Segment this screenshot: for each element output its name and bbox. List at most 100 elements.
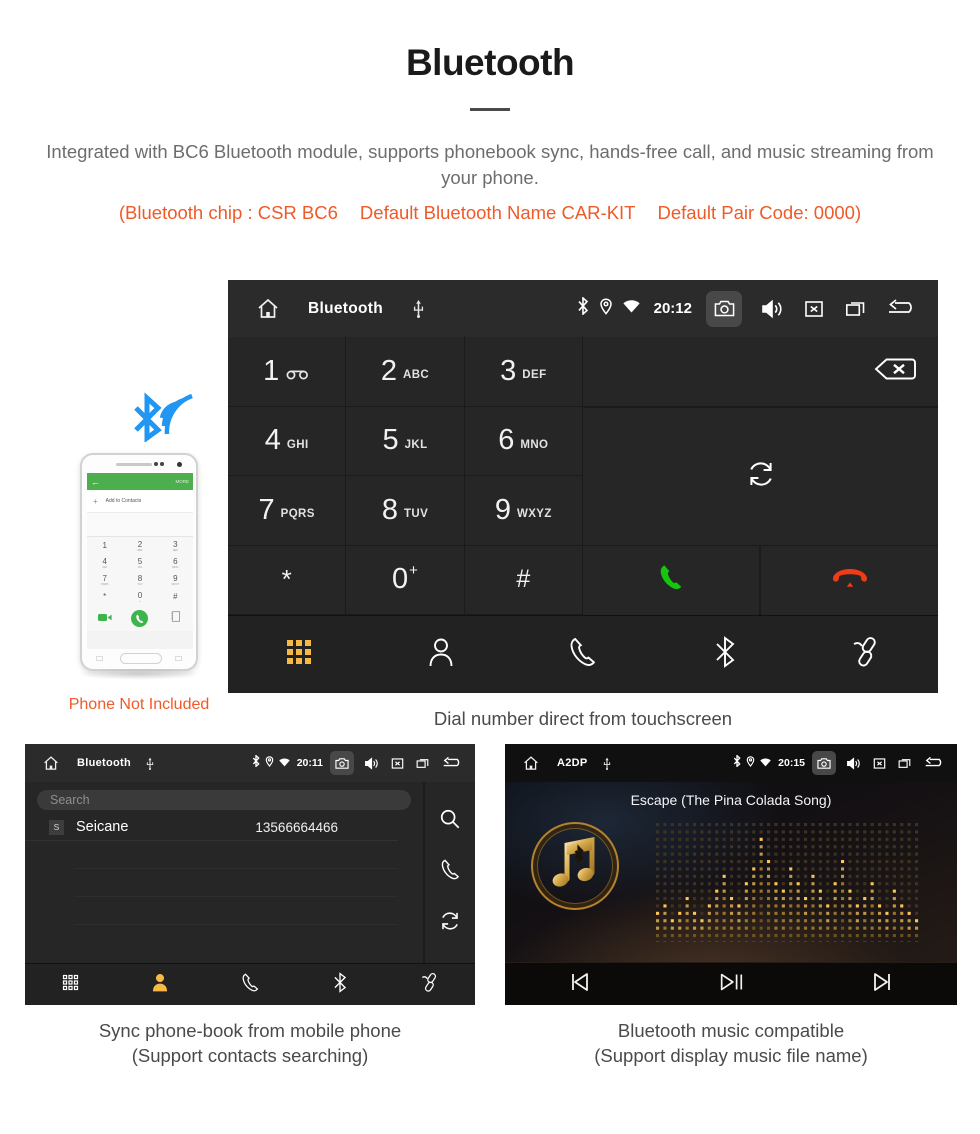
key-digit: 9 <box>494 493 511 526</box>
tab-contacts[interactable] <box>370 616 512 693</box>
key-4[interactable]: 4 GHI <box>228 406 347 476</box>
search-icon[interactable] <box>439 808 461 835</box>
previous-button[interactable] <box>505 970 656 999</box>
phone-screen: ← MORE + Add to Contacts 1 2 ABC 3 DEF 4 GH… <box>87 473 193 649</box>
wifi-icon <box>623 299 640 318</box>
tab-pair[interactable] <box>796 616 938 693</box>
tab-pair[interactable] <box>385 964 475 1005</box>
person-icon <box>427 637 455 672</box>
voicemail-icon <box>286 357 310 385</box>
music-caption-line1: Bluetooth music compatible <box>617 1020 845 1041</box>
close-icon[interactable] <box>796 291 832 327</box>
sync-icon <box>746 459 776 494</box>
bluetooth-icon <box>733 754 741 772</box>
camera-icon[interactable] <box>706 290 742 327</box>
tab-bluetooth[interactable] <box>295 964 385 1005</box>
phone-key: 1 <box>87 537 122 554</box>
play-pause-button[interactable] <box>656 970 807 999</box>
phonebook-status-bar: Bluetooth 20:11 <box>25 744 475 782</box>
close-icon[interactable] <box>867 751 891 775</box>
camera-icon[interactable] <box>330 751 354 775</box>
end-call-button[interactable] <box>761 546 938 615</box>
link-icon <box>421 972 440 998</box>
phone-key-digit: 6 <box>173 556 178 566</box>
backspace-button[interactable] <box>583 337 938 407</box>
tab-contacts[interactable] <box>115 964 205 1005</box>
title-divider <box>470 108 510 111</box>
tab-keypad[interactable] <box>228 616 370 693</box>
key-6[interactable]: 6 MNO <box>464 406 583 476</box>
tab-call-log[interactable] <box>512 616 654 693</box>
back-icon[interactable] <box>437 751 467 775</box>
phone-key-digit: # <box>173 592 178 601</box>
bluetooth-icon <box>333 971 347 998</box>
home-icon[interactable] <box>35 755 67 772</box>
volume-icon[interactable] <box>841 751 865 775</box>
volume-icon[interactable] <box>359 751 383 775</box>
key-3[interactable]: 3 DEF <box>464 337 583 407</box>
tab-keypad[interactable] <box>25 964 115 1005</box>
phone-back-key <box>175 656 182 661</box>
location-icon <box>746 754 755 772</box>
music-caption: Bluetooth music compatible (Support disp… <box>505 1018 957 1068</box>
key-5[interactable]: 5 JKL <box>346 406 465 476</box>
music-status-bar: A2DP 20:15 <box>505 744 957 782</box>
bluetooth-icon <box>252 754 260 772</box>
key-letters: DEF <box>522 369 547 382</box>
key-0[interactable]: 0 + <box>346 545 465 615</box>
music-caption-line2: (Support display music file name) <box>594 1045 868 1066</box>
key-7[interactable]: 7 PQRS <box>228 476 347 546</box>
close-icon[interactable] <box>385 751 409 775</box>
phone-key-digit: 9 <box>173 573 178 583</box>
recents-icon[interactable] <box>411 751 435 775</box>
phone-icon[interactable] <box>440 858 461 886</box>
phone-number-field <box>87 513 193 537</box>
plus-icon: + <box>93 496 98 506</box>
key-9[interactable]: 9 WXYZ <box>464 476 583 546</box>
usb-icon <box>145 757 155 770</box>
sync-button[interactable] <box>583 407 938 546</box>
recents-icon[interactable] <box>893 751 917 775</box>
key-digit: 5 <box>382 424 399 457</box>
phone-key-digit: 5 <box>137 556 143 566</box>
phone-contacts-icon <box>171 609 180 627</box>
phone-key-letters: MNO <box>172 565 179 569</box>
key-letters: GHI <box>286 438 309 451</box>
volume-icon[interactable] <box>754 291 790 327</box>
phone-key: # <box>158 588 193 605</box>
person-icon <box>151 973 169 997</box>
home-icon[interactable] <box>515 755 547 772</box>
phone-mockup: ← MORE + Add to Contacts 1 2 ABC 3 DEF 4 GH… <box>30 378 220 723</box>
key-letters: ABC <box>403 369 430 382</box>
key-star[interactable]: * <box>228 545 347 615</box>
contact-row[interactable]: S Seicane 13566664466 <box>25 814 398 841</box>
search-input[interactable]: Search <box>37 790 411 810</box>
back-icon[interactable] <box>919 751 949 775</box>
tab-bluetooth[interactable] <box>654 616 796 693</box>
phone-key-digit: 8 <box>137 573 143 583</box>
phone-key-digit: 7 <box>102 573 107 583</box>
key-8[interactable]: 8 TUV <box>346 476 465 546</box>
usb-icon <box>411 299 426 318</box>
call-button[interactable] <box>583 546 760 615</box>
back-icon[interactable] <box>880 291 924 327</box>
phone-key: 6 MNO <box>158 554 193 571</box>
key-1[interactable]: 1 <box>228 337 347 407</box>
phonebook-side-actions <box>424 782 475 963</box>
phone-shadow <box>76 668 202 680</box>
phone-add-contact-row: + Add to Contacts <box>87 490 193 513</box>
key-2[interactable]: 2 ABC <box>346 337 465 407</box>
recents-icon[interactable] <box>838 291 874 327</box>
next-button[interactable] <box>806 970 957 999</box>
phone-key: 7 PQRS <box>87 571 122 588</box>
phone-keypad: 1 2 ABC 3 DEF 4 GHI 5 JKL 6 MNO 7 PQRS 8 TUV 9W… <box>87 537 193 605</box>
tab-call-log[interactable] <box>205 964 295 1005</box>
key-hash[interactable]: # <box>464 545 583 615</box>
camera-icon[interactable] <box>812 751 836 775</box>
search-row: Search <box>25 782 423 814</box>
home-icon[interactable] <box>246 297 290 321</box>
phone-call-button <box>131 609 149 627</box>
key-digit: 8 <box>381 493 398 526</box>
usb-icon <box>602 757 612 770</box>
sync-icon[interactable] <box>439 910 461 937</box>
